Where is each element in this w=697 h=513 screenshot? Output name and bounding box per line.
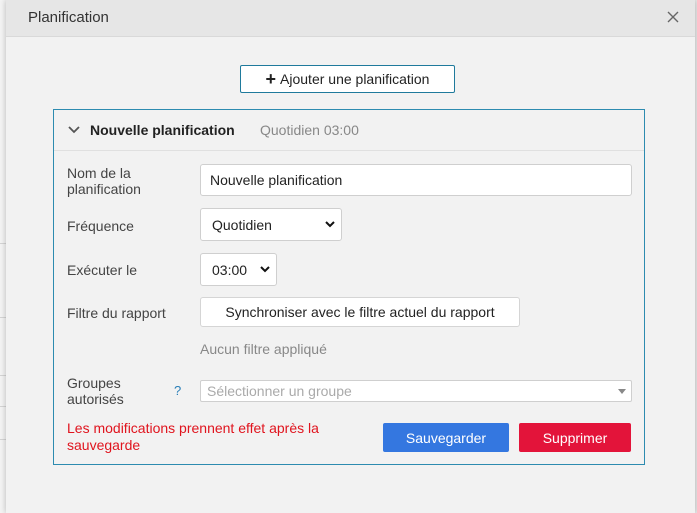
chevron-down-icon	[260, 266, 270, 273]
schedule-dialog: Planification + Ajouter une planificatio…	[6, 0, 695, 513]
schedule-summary: Quotidien 03:00	[260, 122, 359, 138]
schedule-panel: Nouvelle planification Quotidien 03:00 N…	[53, 109, 645, 465]
dialog-title: Planification	[28, 9, 109, 26]
save-button[interactable]: Sauvegarder	[383, 423, 509, 452]
frequency-label: Fréquence	[67, 218, 134, 234]
time-label: Exécuter le	[67, 262, 138, 278]
chevron-down-icon	[325, 221, 335, 228]
plus-icon: +	[265, 69, 277, 89]
chevron-down-icon[interactable]	[67, 123, 81, 137]
filter-status: Aucun filtre appliqué	[200, 341, 327, 357]
schedule-title: Nouvelle planification	[90, 122, 235, 138]
add-schedule-label: Ajouter une planification	[280, 71, 430, 87]
groups-label: Groupes autorisés	[67, 375, 124, 407]
groups-select[interactable]: Sélectionner un groupe	[200, 380, 632, 402]
help-icon[interactable]: ?	[174, 383, 181, 398]
filter-label: Filtre du rapport	[67, 305, 166, 321]
dropdown-arrow-icon	[618, 389, 626, 394]
close-icon	[667, 11, 679, 23]
time-select[interactable]: 03:00	[200, 253, 277, 286]
frequency-value: Quotidien	[212, 216, 272, 233]
unsaved-warning: Les modifications prennent effet après l…	[67, 420, 319, 453]
name-value: Nouvelle planification	[210, 172, 343, 188]
sync-filter-button[interactable]: Synchroniser avec le filtre actuel du ra…	[200, 297, 520, 327]
delete-button[interactable]: Supprimer	[519, 423, 631, 452]
schedule-panel-header[interactable]: Nouvelle planification Quotidien 03:00	[54, 110, 644, 151]
name-label: Nom de la planification	[67, 165, 141, 197]
add-schedule-button[interactable]: + Ajouter une planification	[240, 65, 455, 93]
name-field[interactable]: Nouvelle planification	[200, 164, 632, 196]
time-value: 03:00	[212, 261, 248, 278]
groups-placeholder: Sélectionner un groupe	[207, 383, 352, 399]
frequency-select[interactable]: Quotidien	[200, 208, 342, 241]
dialog-header: Planification	[6, 0, 695, 37]
close-button[interactable]	[665, 9, 681, 25]
